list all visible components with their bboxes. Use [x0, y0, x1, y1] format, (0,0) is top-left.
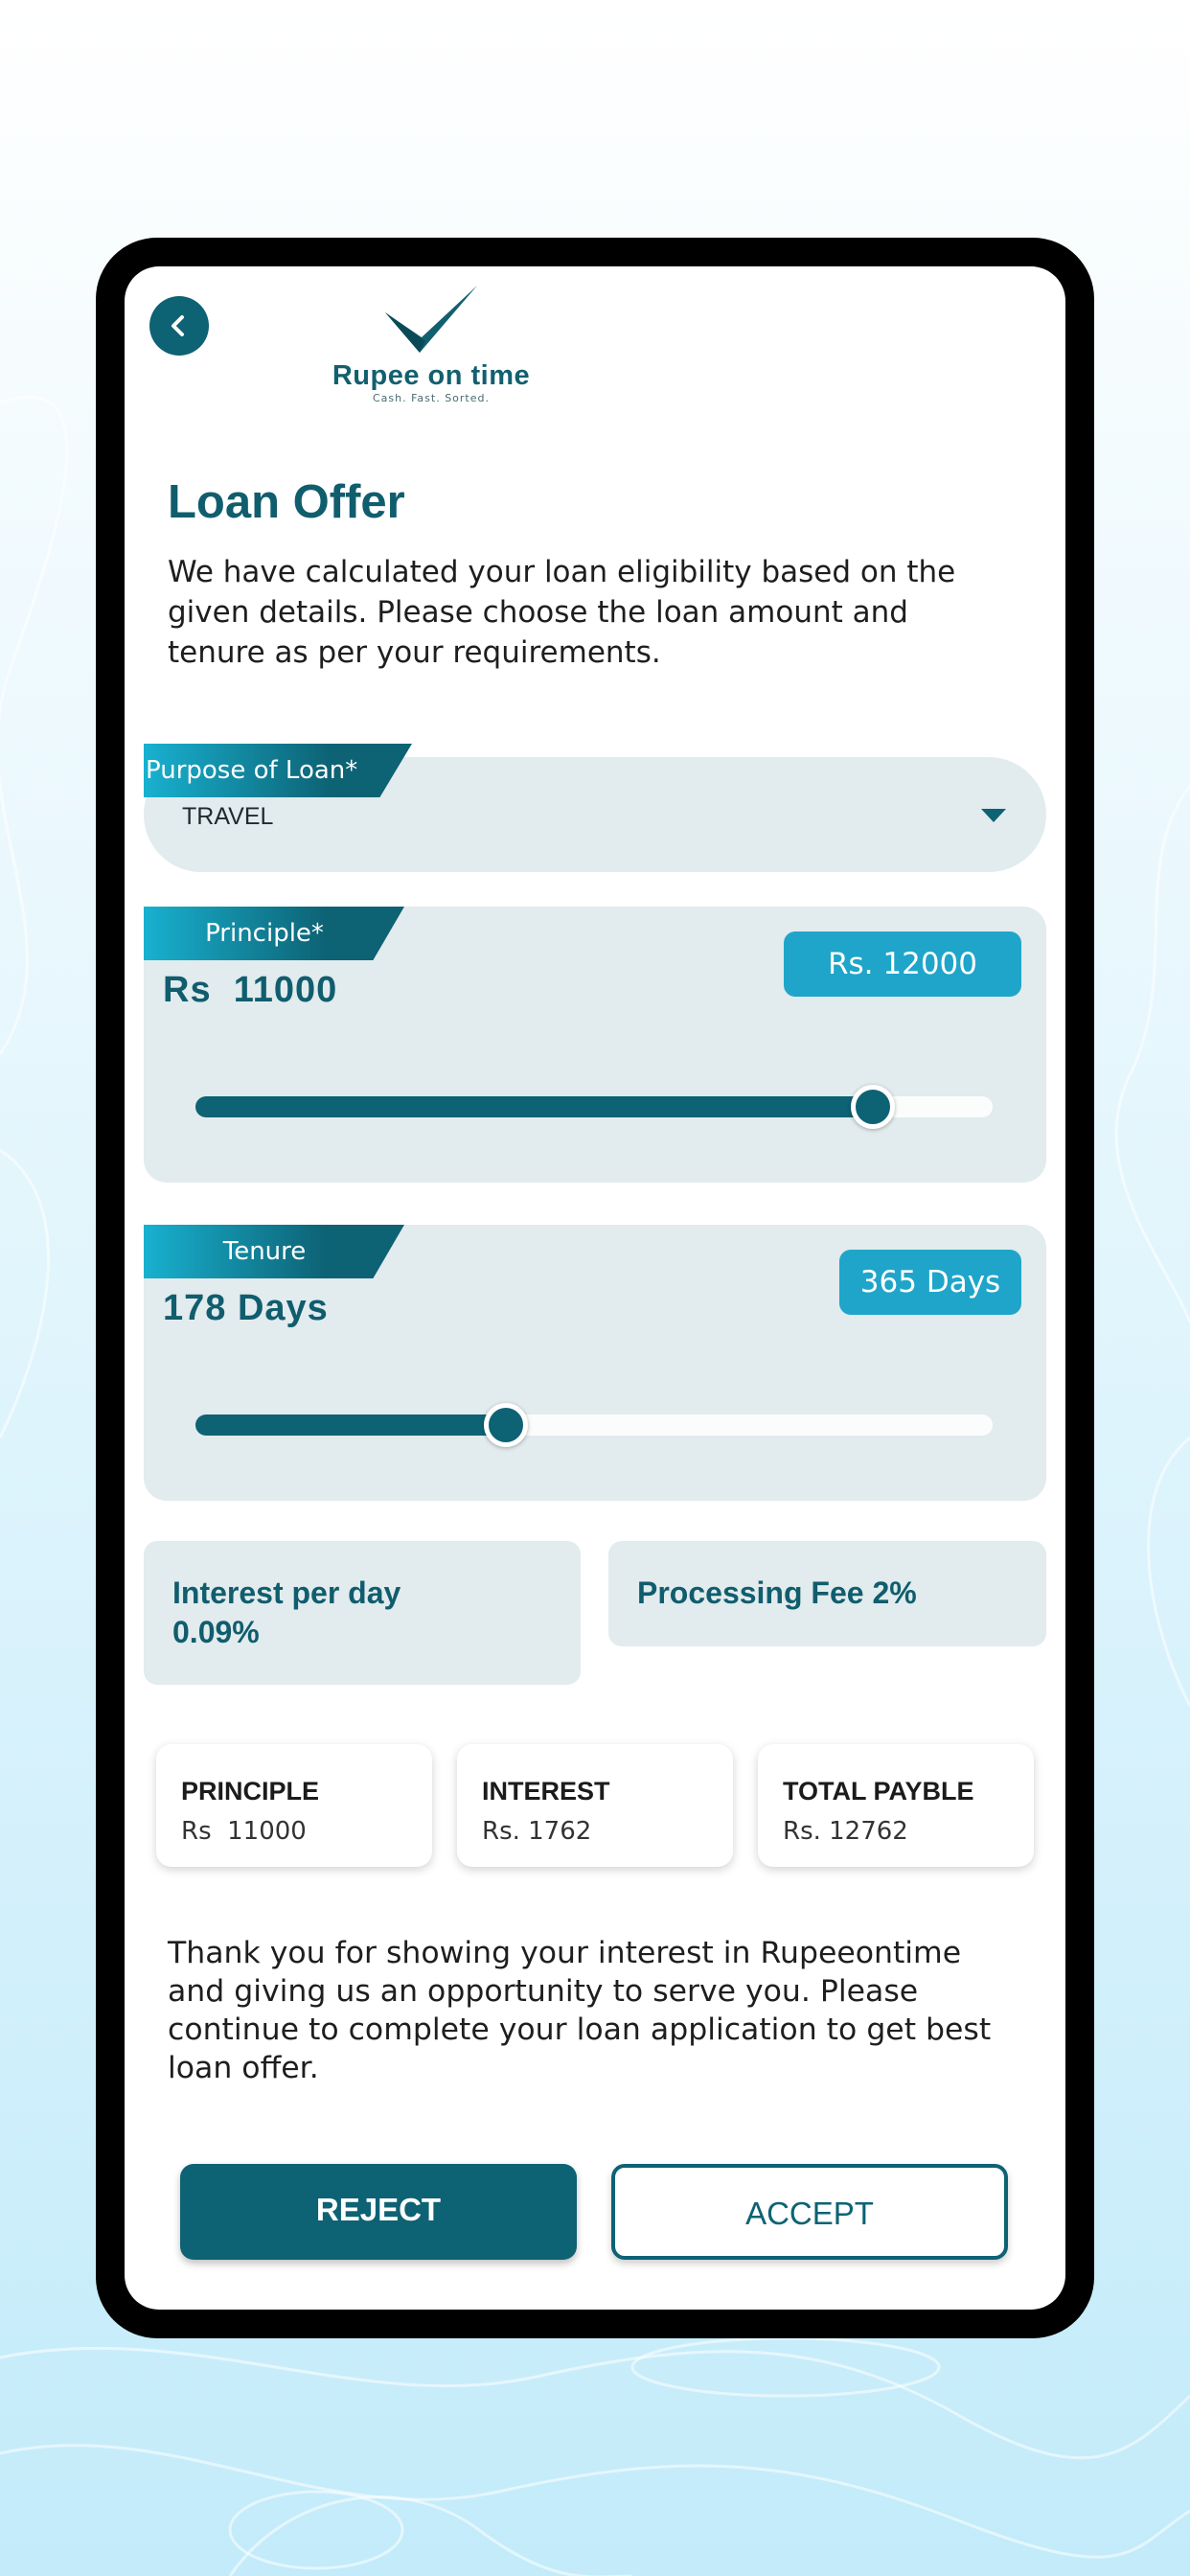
tenure-card: Tenure 178 Days 365 Days [144, 1225, 1046, 1501]
accept-button[interactable]: ACCEPT [611, 2164, 1008, 2260]
brand-logo: Rupee on time Cash. Fast. Sorted. [316, 284, 546, 408]
tenure-value: 178 Days [163, 1288, 329, 1328]
brand-name: Rupee on time [332, 360, 531, 391]
intro-text: We have calculated your loan eligibility… [168, 555, 956, 670]
tenure-max-badge: 365 Days [839, 1250, 1021, 1315]
interest-per-day-card: Interest per day 0.09% [144, 1541, 581, 1685]
tenure-label: Tenure [144, 1225, 404, 1278]
principle-slider-fill [195, 1096, 874, 1117]
reject-button[interactable]: REJECT [180, 2164, 577, 2260]
tenure-slider-fill [195, 1414, 507, 1436]
principle-value: Rs 11000 [163, 970, 338, 1010]
purpose-value: TRAVEL [182, 803, 274, 830]
summary-interest-card: INTEREST Rs. 1762 [457, 1744, 733, 1867]
closing-text: Thank you for showing your interest in R… [168, 1936, 992, 2085]
principle-slider-track[interactable] [195, 1085, 993, 1129]
chevron-left-icon [172, 315, 184, 336]
processing-fee-text: Processing Fee 2% [637, 1576, 917, 1610]
processing-fee-card: Processing Fee 2% [608, 1541, 1046, 1646]
summary-title: TOTAL PAYBLE [783, 1777, 974, 1806]
principle-card: Principle* Rs 11000 Rs. 12000 [144, 907, 1046, 1183]
principle-label: Principle* [144, 907, 404, 960]
tenure-slider-track[interactable] [195, 1403, 993, 1447]
checkmark-logo-icon [385, 286, 477, 353]
summary-value: Rs. 12762 [783, 1817, 908, 1846]
summary-value: Rs 11000 [181, 1817, 307, 1846]
summary-principle-card: PRINCIPLE Rs 11000 [156, 1744, 432, 1867]
phone-frame: Rupee on time Cash. Fast. Sorted. Loan O… [96, 238, 1094, 2338]
brand-tagline: Cash. Fast. Sorted. [372, 392, 490, 404]
summary-total-card: TOTAL PAYBLE Rs. 12762 [758, 1744, 1034, 1867]
tenure-slider-thumb[interactable] [484, 1403, 529, 1447]
interest-per-day-text: Interest per day 0.09% [172, 1574, 556, 1652]
principle-max-badge: Rs. 12000 [784, 932, 1021, 997]
summary-value: Rs. 1762 [482, 1817, 592, 1846]
back-button[interactable] [149, 296, 209, 356]
app-screen: Rupee on time Cash. Fast. Sorted. Loan O… [125, 266, 1065, 2310]
principle-slider-thumb[interactable] [851, 1085, 896, 1129]
purpose-label: Purpose of Loan* [144, 744, 412, 797]
page-title: Loan Offer [168, 476, 405, 528]
interest-label: Interest per day [172, 1576, 401, 1610]
dropdown-arrow-icon[interactable] [981, 809, 1006, 822]
summary-title: PRINCIPLE [181, 1777, 320, 1806]
summary-title: INTEREST [482, 1777, 610, 1806]
purpose-select[interactable]: Purpose of Loan* TRAVEL [144, 744, 1046, 872]
interest-value: 0.09% [172, 1615, 260, 1649]
